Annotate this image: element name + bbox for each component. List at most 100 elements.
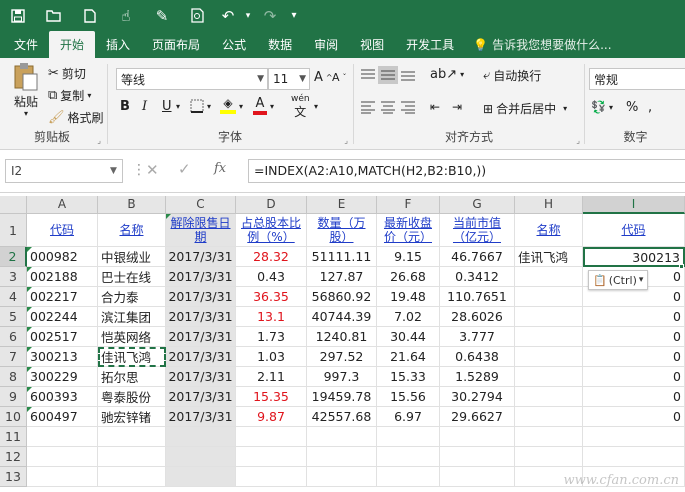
table-cell[interactable]: 驰宏锌锗 [98,407,166,427]
paste-button[interactable]: 粘贴 ▾ [10,62,42,118]
undo-icon[interactable]: ↶ [216,0,240,31]
table-cell[interactable]: 300213 [27,347,98,367]
redo-icon[interactable]: ↷ [256,0,284,31]
table-cell[interactable]: 佳讯飞鸿 [98,347,166,367]
column-header-f[interactable]: F [377,196,440,214]
font-name-select[interactable]: 等线 ▼ [116,68,268,90]
table-cell[interactable]: 滨江集团 [98,307,166,327]
table-cell[interactable]: 600393 [27,387,98,407]
formula-input[interactable]: =INDEX(A2:A10,MATCH(H2,B2:B10,)) [248,159,685,183]
empty-cell[interactable] [377,447,440,467]
table-cell[interactable]: 297.52 [307,347,377,367]
row-header[interactable]: 8 [0,367,27,387]
tab-formulas[interactable]: 公式 [211,31,257,58]
empty-cell[interactable] [166,467,236,487]
customize-icon[interactable]: ▾ [284,0,304,31]
empty-cell[interactable] [440,447,515,467]
empty-cell[interactable] [27,427,98,447]
table-cell[interactable] [515,307,583,327]
italic-button[interactable]: I [142,99,147,114]
result-cell[interactable]: 0 [583,327,685,347]
table-cell[interactable]: 9.15 [377,247,440,267]
align-bottom-button[interactable] [400,68,416,82]
table-cell[interactable] [515,387,583,407]
table-cell[interactable]: 2.11 [236,367,307,387]
table-cell[interactable]: 合力泰 [98,287,166,307]
new-icon[interactable] [72,0,108,31]
table-cell[interactable]: 2017/3/31 [166,267,236,287]
dialog-launcher-icon[interactable]: ⌟ [97,136,101,145]
table-cell[interactable]: 002217 [27,287,98,307]
dialog-launcher-icon[interactable]: ⌟ [576,136,580,145]
align-middle-button[interactable] [378,66,398,84]
lookup-name-cell[interactable]: 佳讯飞鸿 [515,247,583,267]
active-cell[interactable]: 300213 [583,247,685,267]
table-cell[interactable]: 2017/3/31 [166,307,236,327]
table-cell[interactable]: 30.2794 [440,387,515,407]
touch-icon[interactable]: ☝ [108,0,144,31]
empty-cell[interactable] [236,447,307,467]
undo-dropdown-icon[interactable]: ▾ [240,0,256,31]
dialog-launcher-icon[interactable]: ⌟ [344,136,348,145]
table-cell[interactable]: 恺英网络 [98,327,166,347]
table-cell[interactable]: 2017/3/31 [166,387,236,407]
align-left-button[interactable] [360,100,376,114]
empty-cell[interactable] [236,467,307,487]
table-cell[interactable] [515,367,583,387]
empty-cell[interactable] [166,447,236,467]
table-cell[interactable]: 9.87 [236,407,307,427]
table-cell[interactable] [515,327,583,347]
phonetic-button[interactable]: wén 文 [291,94,310,118]
table-cell[interactable]: 56860.92 [307,287,377,307]
table-cell[interactable]: 40744.39 [307,307,377,327]
result-cell[interactable]: 0 [583,287,685,307]
table-cell[interactable]: 巴士在线 [98,267,166,287]
table-cell[interactable]: 30.44 [377,327,440,347]
cut-button[interactable]: ✂ 剪切 [48,65,86,82]
name-box[interactable]: I2 [5,159,123,183]
result-cell[interactable]: 0 [583,307,685,327]
table-cell[interactable]: 中银绒业 [98,247,166,267]
row-header[interactable]: 12 [0,447,27,467]
row-header[interactable]: 4 [0,287,27,307]
row-header[interactable]: 1 [0,214,27,247]
fill-handle[interactable] [679,264,684,269]
orientation-button[interactable]: ab↗ ▾ [430,67,464,82]
increase-indent-button[interactable]: ⇥ [452,100,462,114]
empty-cell[interactable] [307,427,377,447]
table-cell[interactable]: 127.87 [307,267,377,287]
empty-cell[interactable] [27,467,98,487]
row-header[interactable]: 9 [0,387,27,407]
table-cell[interactable]: 2017/3/31 [166,247,236,267]
table-cell[interactable]: 46.7667 [440,247,515,267]
table-cell[interactable]: 13.1 [236,307,307,327]
result-cell[interactable]: 0 [583,407,685,427]
empty-cell[interactable] [98,447,166,467]
column-header-a[interactable]: A [27,196,98,214]
underline-button[interactable]: U [162,99,172,114]
row-header[interactable]: 7 [0,347,27,367]
table-cell[interactable]: 002244 [27,307,98,327]
table-cell[interactable]: 0.3412 [440,267,515,287]
font-color-button[interactable]: A [253,96,267,115]
table-cell[interactable] [515,267,583,287]
row-header[interactable]: 13 [0,467,27,487]
print-preview-icon[interactable] [180,0,216,31]
comma-button[interactable]: , [648,100,652,115]
row-header[interactable]: 3 [0,267,27,287]
tab-review[interactable]: 审阅 [303,31,349,58]
empty-cell[interactable] [583,427,685,447]
table-cell[interactable]: 7.02 [377,307,440,327]
table-cell[interactable]: 36.35 [236,287,307,307]
row-header[interactable]: 2 [0,247,27,267]
table-cell[interactable]: 1240.81 [307,327,377,347]
table-cell[interactable]: 29.6627 [440,407,515,427]
table-cell[interactable]: 拓尔思 [98,367,166,387]
result-cell[interactable]: 0 [583,367,685,387]
table-cell[interactable]: 000982 [27,247,98,267]
chevron-down-icon[interactable]: ▾ [176,102,180,111]
column-header-i[interactable]: I [583,196,685,214]
align-right-button[interactable] [400,100,416,114]
table-cell[interactable]: 3.777 [440,327,515,347]
chevron-down-icon[interactable]: ▾ [314,102,318,111]
